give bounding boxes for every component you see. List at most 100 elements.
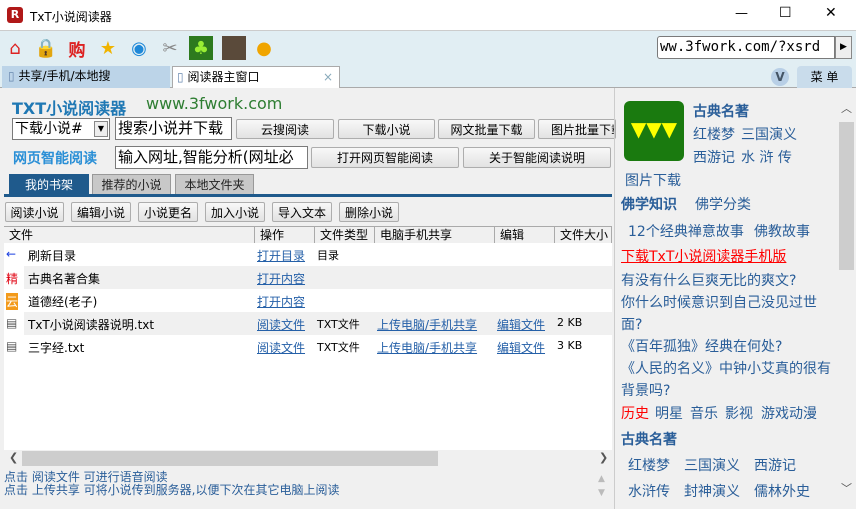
tools-icon[interactable]: ✂ bbox=[158, 36, 182, 60]
rename-novel-button[interactable]: 小说更名 bbox=[138, 202, 198, 222]
download-novel-button[interactable]: 下载小说 bbox=[338, 119, 435, 139]
read-novel-button[interactable]: 阅读小说 bbox=[5, 202, 64, 222]
open-link[interactable]: 阅读文件 bbox=[257, 316, 305, 333]
lock-icon[interactable]: 🔒 bbox=[34, 36, 58, 60]
edit-novel-button[interactable]: 编辑小说 bbox=[71, 202, 131, 222]
tab-local-folder[interactable]: 本地文件夹 bbox=[175, 174, 254, 194]
col-action[interactable]: 操作 bbox=[255, 227, 315, 243]
plant-icon[interactable]: ♣ bbox=[189, 36, 213, 60]
close-button[interactable]: ✕ bbox=[825, 5, 837, 21]
article-link[interactable]: 你什么时候意识到自己没见过世面? bbox=[621, 292, 821, 336]
category-history[interactable]: 历史 bbox=[621, 403, 649, 423]
col-type[interactable]: 文件类型 bbox=[315, 227, 375, 243]
classics2-title[interactable]: 古典名著 bbox=[621, 429, 677, 449]
tab-recommended[interactable]: 推荐的小说 bbox=[92, 174, 171, 194]
scrollbar-track[interactable]: ︿ ﹀ bbox=[839, 100, 854, 500]
open-smart-read-button[interactable]: 打开网页智能阅读 bbox=[311, 147, 459, 168]
file-name[interactable]: 古典名著合集 bbox=[28, 270, 100, 287]
v-button[interactable]: V bbox=[771, 68, 789, 86]
file-name[interactable]: 刷新目录 bbox=[28, 247, 76, 264]
search-type-select[interactable]: 下载小说# ▼ bbox=[12, 118, 110, 140]
link-xiyouji[interactable]: 西游记 bbox=[693, 147, 735, 167]
tab-close-icon[interactable]: × bbox=[323, 67, 333, 87]
category-film[interactable]: 影视 bbox=[725, 403, 753, 423]
open-link[interactable]: 打开内容 bbox=[257, 293, 305, 310]
home-icon[interactable]: ⌂ bbox=[3, 36, 27, 60]
open-link[interactable]: 阅读文件 bbox=[257, 339, 305, 356]
link-mobile-download[interactable]: 下载TxT小说阅读器手机版 bbox=[621, 246, 786, 266]
scroll-down-icon[interactable]: ﹀ bbox=[841, 480, 852, 496]
classic-link[interactable]: 西游记 bbox=[754, 455, 796, 475]
category-stars[interactable]: 明星 bbox=[655, 403, 683, 423]
url-input[interactable]: ww.3fwork.com/?xsrd bbox=[657, 36, 835, 59]
file-name[interactable]: TxT小说阅读器说明.txt bbox=[28, 316, 154, 333]
link-shuihu[interactable]: 水 浒 传 bbox=[741, 147, 792, 167]
buddha-title[interactable]: 佛学知识 bbox=[621, 194, 677, 214]
scroll-right-icon[interactable]: ❯ bbox=[599, 451, 608, 464]
site-url[interactable]: www.3fwork.com bbox=[146, 94, 282, 113]
table-row[interactable]: 精古典名著合集 打开内容 bbox=[4, 266, 612, 289]
url-analyze-input[interactable]: 输入网址,智能分析(网址必 bbox=[115, 146, 308, 169]
classic-link[interactable]: 儒林外史 bbox=[754, 481, 810, 501]
status-scroll-up-icon[interactable]: ▲ bbox=[598, 474, 605, 484]
classic-link[interactable]: 红楼梦 bbox=[628, 455, 670, 475]
classic-link[interactable]: 三国演义 bbox=[684, 455, 740, 475]
maximize-button[interactable]: ☐ bbox=[779, 5, 792, 21]
avatar-icon[interactable] bbox=[222, 36, 246, 60]
batch-download-button[interactable]: 网文批量下载 bbox=[438, 119, 535, 139]
link-zen-stories[interactable]: 12个经典禅意故事 bbox=[628, 221, 744, 241]
classic-link[interactable]: 封神演义 bbox=[684, 481, 740, 501]
col-size[interactable]: 文件大小 bbox=[555, 227, 612, 243]
horizontal-scrollbar[interactable]: ❮ ❯ bbox=[4, 450, 612, 467]
upload-share-link[interactable]: 上传电脑/手机共享 bbox=[377, 339, 477, 356]
upload-share-link[interactable]: 上传电脑/手机共享 bbox=[377, 316, 477, 333]
tab-reader-main[interactable]: ▯ 阅读器主窗口 × bbox=[172, 66, 340, 88]
table-row[interactable]: 云道德经(老子) 打开内容 bbox=[4, 289, 612, 312]
article-link[interactable]: 《人民的名义》中钟小艾真的很有背景吗? bbox=[621, 358, 836, 402]
article-link[interactable]: 《百年孤独》经典在何处? bbox=[621, 336, 782, 356]
speaker-icon[interactable]: ◉ bbox=[127, 36, 151, 60]
tab-share-search[interactable]: ▯ 共享/手机/本地搜 bbox=[2, 66, 170, 88]
delete-novel-button[interactable]: 删除小说 bbox=[339, 202, 399, 222]
status-scroll-down-icon[interactable]: ▼ bbox=[598, 488, 605, 498]
col-share[interactable]: 电脑手机共享 bbox=[375, 227, 495, 243]
menu-button[interactable]: 菜 单 bbox=[797, 66, 852, 88]
link-buddhist-stories[interactable]: 佛教故事 bbox=[754, 221, 810, 241]
go-button[interactable]: ▶ bbox=[835, 36, 852, 59]
edit-file-link[interactable]: 编辑文件 bbox=[497, 339, 545, 356]
category-games[interactable]: 游戏动漫 bbox=[761, 403, 817, 423]
buy-icon[interactable]: 购 bbox=[65, 36, 89, 61]
edit-file-link[interactable]: 编辑文件 bbox=[497, 316, 545, 333]
article-link[interactable]: 有没有什么巨爽无比的爽文? bbox=[621, 270, 796, 290]
image-batch-download-button[interactable]: 图片批量下载 bbox=[538, 119, 616, 139]
cloud-search-button[interactable]: 云搜阅读 bbox=[236, 119, 334, 139]
col-file[interactable]: 文件 bbox=[4, 227, 255, 243]
classics-logo-icon[interactable]: ▼▼▼ bbox=[624, 101, 684, 161]
add-novel-button[interactable]: 加入小说 bbox=[205, 202, 265, 222]
import-text-button[interactable]: 导入文本 bbox=[272, 202, 332, 222]
col-edit[interactable]: 编辑 bbox=[495, 227, 555, 243]
classics-title[interactable]: 古典名著 bbox=[693, 101, 749, 121]
link-hongloumeng[interactable]: 红楼梦 bbox=[693, 124, 735, 144]
link-buddha-category[interactable]: 佛学分类 bbox=[695, 194, 751, 214]
classic-link[interactable]: 水浒传 bbox=[628, 481, 670, 501]
link-sanguo[interactable]: 三国演义 bbox=[741, 124, 797, 144]
tab-my-bookshelf[interactable]: 我的书架 bbox=[9, 174, 89, 194]
table-row[interactable]: ← 刷新目录 打开目录 目录 bbox=[4, 243, 612, 266]
scroll-up-icon[interactable]: ︿ bbox=[841, 100, 852, 116]
table-row[interactable]: ▤ TxT小说阅读器说明.txt 阅读文件 TXT文件 上传电脑/手机共享 编辑文件 2 K… bbox=[4, 312, 612, 335]
table-row[interactable]: ▤ 三字经.txt 阅读文件 TXT文件 上传电脑/手机共享 编辑文件 3 KB bbox=[4, 335, 612, 358]
scroll-thumb[interactable] bbox=[839, 122, 854, 270]
about-smart-read-button[interactable]: 关于智能阅读说明 bbox=[463, 147, 611, 168]
link-pic-download[interactable]: 图片下载 bbox=[625, 170, 681, 190]
star-icon[interactable]: ★ bbox=[96, 36, 120, 60]
minimize-button[interactable]: — bbox=[735, 6, 748, 21]
open-link[interactable]: 打开目录 bbox=[257, 247, 305, 264]
open-link[interactable]: 打开内容 bbox=[257, 270, 305, 287]
category-music[interactable]: 音乐 bbox=[690, 403, 718, 423]
file-name[interactable]: 三字经.txt bbox=[28, 339, 84, 356]
scroll-thumb[interactable] bbox=[22, 451, 438, 466]
chat-icon[interactable]: ● bbox=[252, 36, 276, 60]
file-name[interactable]: 道德经(老子) bbox=[28, 293, 97, 310]
scroll-left-icon[interactable]: ❮ bbox=[9, 451, 18, 464]
